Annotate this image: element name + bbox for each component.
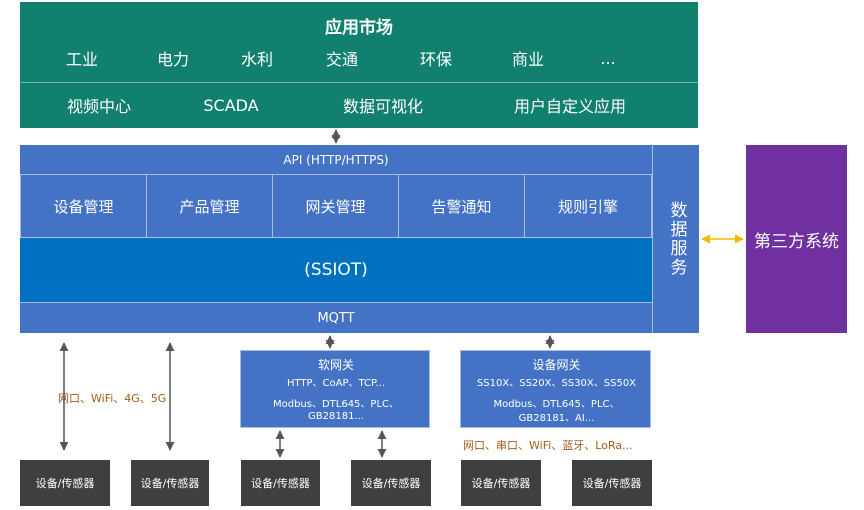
connector-layer	[59, 129, 744, 458]
